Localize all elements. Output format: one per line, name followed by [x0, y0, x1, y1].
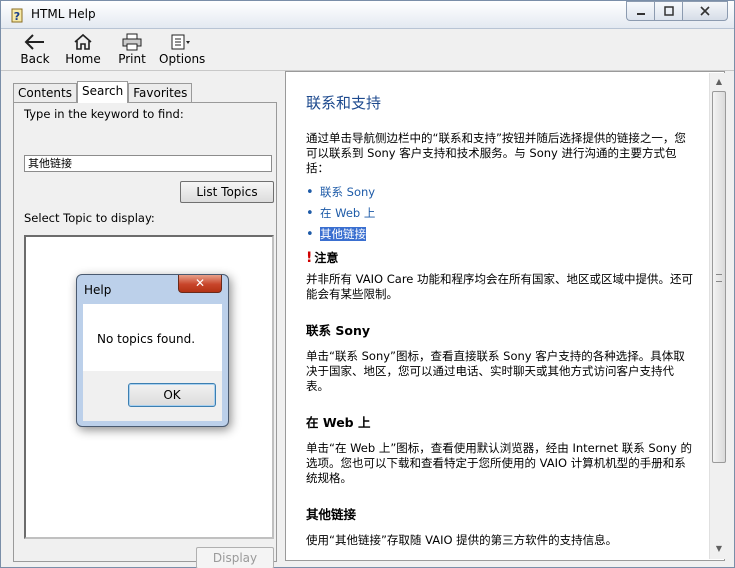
support-links: 联系 Sony 在 Web 上 其他链接: [306, 182, 694, 245]
help-window: ? HTML Help Back Home Print Options Cont…: [0, 0, 735, 568]
window-controls: [626, 1, 728, 21]
keyword-input[interactable]: 其他链接: [24, 155, 272, 172]
keyword-label: Type in the keyword to find:: [24, 107, 184, 121]
note-title-text: 注意: [314, 251, 339, 265]
back-button[interactable]: Back: [17, 33, 53, 66]
title-bar[interactable]: ? HTML Help: [1, 1, 734, 29]
maximize-button[interactable]: [654, 1, 682, 21]
section-text: 使用“其他链接”存取随 VAIO 提供的第三方软件的支持信息。: [306, 533, 618, 547]
section-title: 其他链接: [306, 507, 357, 522]
section-text: 单击“在 Web 上”图标，查看使用默认浏览器，经由 Internet 联系 S…: [306, 441, 693, 485]
close-icon: ✕: [194, 276, 206, 290]
minimize-icon: [636, 13, 645, 15]
printer-icon: [122, 33, 142, 51]
dialog-title: Help: [84, 283, 112, 297]
tab-favorites[interactable]: Favorites: [128, 83, 193, 103]
tab-contents[interactable]: Contents: [13, 83, 77, 103]
link-other-links[interactable]: 其他链接: [306, 224, 694, 245]
help-dialog: Help ✕ No topics found. OK: [76, 274, 229, 427]
maximize-icon: [663, 6, 674, 16]
toolbar: Back Home Print Options: [1, 29, 734, 71]
scrollbar-grip-icon: [716, 274, 722, 282]
close-icon: [700, 6, 710, 16]
dialog-close-button[interactable]: ✕: [178, 275, 222, 293]
minimize-button[interactable]: [626, 1, 654, 21]
article-heading: 联系和支持: [306, 94, 382, 112]
warning-icon: !: [306, 250, 313, 266]
link-on-web[interactable]: 在 Web 上: [306, 203, 694, 224]
ok-button[interactable]: OK: [128, 383, 216, 407]
section-title: 在 Web 上: [306, 415, 371, 430]
section-text: 单击“联系 Sony”图标，查看直接联系 Sony 客户支持的各种选择。具体取决…: [306, 349, 685, 393]
section-title: 联系 Sony: [306, 323, 370, 338]
link-contact-sony[interactable]: 联系 Sony: [306, 182, 694, 203]
link-label: 在 Web 上: [320, 206, 376, 220]
home-icon: [74, 33, 92, 50]
home-label: Home: [65, 52, 101, 66]
note-text: 并非所有 VAIO Care 功能和程序均会在所有国家、地区或区域中提供。还可能…: [306, 272, 694, 301]
print-button[interactable]: Print: [115, 33, 149, 66]
topic-article: 联系和支持 通过单击导航侧边栏中的“联系和支持”按钮并随后选择提供的链接之一，您…: [306, 92, 694, 554]
tab-search[interactable]: Search: [76, 81, 129, 103]
home-button[interactable]: Home: [63, 33, 103, 66]
print-label: Print: [118, 52, 146, 66]
options-icon: [171, 34, 190, 50]
select-topic-label: Select Topic to display:: [24, 211, 155, 225]
dialog-footer: OK: [83, 371, 222, 421]
help-app-icon: ?: [11, 8, 23, 23]
dialog-message: No topics found.: [97, 332, 196, 346]
list-topics-button[interactable]: List Topics: [180, 181, 274, 203]
link-label: 其他链接: [320, 227, 366, 241]
options-label: Options: [159, 52, 206, 66]
back-label: Back: [20, 52, 50, 66]
scroll-up-arrow-icon[interactable]: ▲: [713, 76, 725, 88]
display-button[interactable]: Display: [196, 547, 274, 568]
link-label: 联系 Sony: [320, 185, 376, 199]
topic-content-pane: 联系和支持 通过单击导航侧边栏中的“联系和支持”按钮并随后选择提供的链接之一，您…: [285, 71, 725, 561]
note-heading: ! 注意: [306, 249, 694, 266]
scrollbar-thumb[interactable]: [712, 91, 726, 463]
svg-text:?: ?: [14, 10, 20, 23]
article-intro: 通过单击导航侧边栏中的“联系和支持”按钮并随后选择提供的链接之一，您可以联系到 …: [306, 131, 686, 175]
window-title: HTML Help: [31, 7, 96, 21]
content-scrollbar[interactable]: ▲ ▼: [709, 73, 727, 559]
back-arrow-icon: [24, 34, 44, 50]
options-button[interactable]: Options: [159, 33, 206, 66]
scroll-down-arrow-icon[interactable]: ▼: [713, 543, 725, 555]
dialog-body: No topics found.: [83, 304, 222, 371]
close-button[interactable]: [682, 1, 728, 21]
nav-tabs: Contents Search Favorites: [13, 81, 193, 103]
